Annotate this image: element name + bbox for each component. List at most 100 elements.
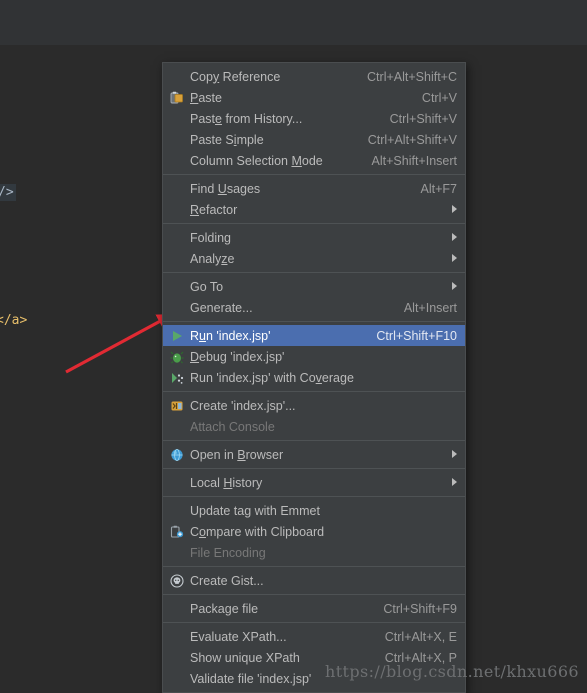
menu-item-label: Create Gist... bbox=[190, 573, 264, 588]
chevron-right-icon bbox=[447, 449, 457, 460]
no-icon bbox=[167, 202, 187, 218]
menu-item-copy-reference[interactable]: Copy Reference Ctrl+Alt+Shift+C bbox=[163, 66, 465, 87]
code-fragment-anchor-close: </a> bbox=[0, 313, 28, 328]
menu-group: Create 'index.jsp'... Attach Console bbox=[163, 395, 465, 437]
menu-item-label: Refactor bbox=[190, 202, 238, 217]
no-icon bbox=[167, 629, 187, 645]
no-icon bbox=[167, 181, 187, 197]
menu-item-run-index-jsp-with-coverage[interactable]: Run 'index.jsp' with Coverage bbox=[163, 367, 465, 388]
menu-separator bbox=[163, 223, 465, 224]
code-fragment-tag-close: /> bbox=[0, 184, 16, 201]
menu-item-package-file[interactable]: Package file Ctrl+Shift+F9 bbox=[163, 598, 465, 619]
coverage-icon bbox=[167, 370, 187, 386]
menu-separator bbox=[163, 440, 465, 441]
menu-separator bbox=[163, 468, 465, 469]
menu-item-create-index-jsp[interactable]: Create 'index.jsp'... bbox=[163, 395, 465, 416]
menu-item-label: Find Usages bbox=[190, 181, 261, 196]
paste-icon bbox=[167, 90, 187, 106]
menu-item-run-index-jsp[interactable]: Run 'index.jsp' Ctrl+Shift+F10 bbox=[163, 325, 465, 346]
menu-group: Local History bbox=[163, 472, 465, 493]
create-config-icon bbox=[167, 398, 187, 414]
chevron-right-icon bbox=[447, 232, 457, 243]
menu-group: Copy Reference Ctrl+Alt+Shift+C Paste Ctrl+… bbox=[163, 66, 465, 171]
menu-separator bbox=[163, 391, 465, 392]
debug-icon bbox=[167, 349, 187, 365]
menu-item-shortcut: Ctrl+V bbox=[421, 90, 457, 105]
compare-clipboard-icon bbox=[167, 524, 187, 540]
menu-item-compare-with-clipboard[interactable]: Compare with Clipboard bbox=[163, 521, 465, 542]
menu-item-create-gist[interactable]: Create Gist... bbox=[163, 570, 465, 591]
menu-item-update-tag-with-emmet[interactable]: Update tag with Emmet bbox=[163, 500, 465, 521]
no-icon bbox=[167, 230, 187, 246]
chevron-right-icon bbox=[447, 253, 457, 264]
menu-item-label: Generate... bbox=[190, 300, 253, 315]
no-icon bbox=[167, 503, 187, 519]
no-icon bbox=[167, 69, 187, 85]
menu-item-folding[interactable]: Folding bbox=[163, 227, 465, 248]
menu-item-validate-file-index-jsp[interactable]: Validate file 'index.jsp' bbox=[163, 668, 465, 689]
run-icon bbox=[167, 328, 187, 344]
menu-item-label: Run 'index.jsp' bbox=[190, 328, 271, 343]
menu-item-label: Go To bbox=[190, 279, 224, 294]
menu-item-file-encoding: File Encoding bbox=[163, 542, 465, 563]
no-icon bbox=[167, 419, 187, 435]
menu-item-column-selection-mode[interactable]: Column Selection Mode Alt+Shift+Insert bbox=[163, 150, 465, 171]
menu-item-debug-index-jsp[interactable]: Debug 'index.jsp' bbox=[163, 346, 465, 367]
menu-separator bbox=[163, 321, 465, 322]
menu-item-go-to[interactable]: Go To bbox=[163, 276, 465, 297]
menu-item-shortcut: Ctrl+Alt+Shift+C bbox=[367, 69, 457, 84]
no-icon bbox=[167, 300, 187, 316]
menu-separator bbox=[163, 496, 465, 497]
chevron-right-icon bbox=[447, 477, 457, 488]
menu-group: Open in Browser bbox=[163, 444, 465, 465]
no-icon bbox=[167, 671, 187, 687]
menu-item-show-unique-xpath[interactable]: Show unique XPath Ctrl+Alt+X, P bbox=[163, 647, 465, 668]
menu-item-label: Compare with Clipboard bbox=[190, 524, 325, 539]
no-icon bbox=[167, 475, 187, 491]
gist-icon bbox=[167, 573, 187, 589]
menu-item-local-history[interactable]: Local History bbox=[163, 472, 465, 493]
menu-item-find-usages[interactable]: Find Usages Alt+F7 bbox=[163, 178, 465, 199]
no-icon bbox=[167, 132, 187, 148]
menu-item-generate[interactable]: Generate... Alt+Insert bbox=[163, 297, 465, 318]
menu-item-label: Validate file 'index.jsp' bbox=[190, 671, 312, 686]
no-icon bbox=[167, 153, 187, 169]
editor-context-menu[interactable]: Copy Reference Ctrl+Alt+Shift+C Paste Ctrl+… bbox=[162, 62, 466, 693]
menu-item-label: Run 'index.jsp' with Coverage bbox=[190, 370, 354, 385]
globe-icon bbox=[167, 447, 187, 463]
menu-group: Folding Analyze bbox=[163, 227, 465, 269]
menu-item-shortcut: Ctrl+Shift+V bbox=[389, 111, 457, 126]
chevron-right-icon bbox=[447, 281, 457, 292]
menu-item-shortcut: Alt+F7 bbox=[420, 181, 457, 196]
menu-group: Go To Generate... Alt+Insert bbox=[163, 276, 465, 318]
menu-item-label: Package file bbox=[190, 601, 259, 616]
menu-item-label: File Encoding bbox=[190, 545, 266, 560]
menu-separator bbox=[163, 272, 465, 273]
menu-item-label: Paste from History... bbox=[190, 111, 303, 126]
editor-toolbar-band bbox=[0, 0, 587, 45]
menu-item-open-in-browser[interactable]: Open in Browser bbox=[163, 444, 465, 465]
menu-item-label: Open in Browser bbox=[190, 447, 284, 462]
menu-group: Find Usages Alt+F7 Refactor bbox=[163, 178, 465, 220]
menu-item-shortcut: Alt+Shift+Insert bbox=[371, 153, 457, 168]
menu-item-label: Debug 'index.jsp' bbox=[190, 349, 285, 364]
menu-item-label: Evaluate XPath... bbox=[190, 629, 287, 644]
menu-group: Create Gist... bbox=[163, 570, 465, 591]
menu-separator bbox=[163, 566, 465, 567]
menu-group: Run 'index.jsp' Ctrl+Shift+F10 Debug 'inde… bbox=[163, 325, 465, 388]
menu-item-paste[interactable]: Paste Ctrl+V bbox=[163, 87, 465, 108]
menu-item-label: Folding bbox=[190, 230, 231, 245]
menu-separator bbox=[163, 622, 465, 623]
menu-item-paste-simple[interactable]: Paste Simple Ctrl+Alt+Shift+V bbox=[163, 129, 465, 150]
menu-separator bbox=[163, 594, 465, 595]
menu-item-label: Copy Reference bbox=[190, 69, 281, 84]
menu-item-label: Attach Console bbox=[190, 419, 275, 434]
menu-item-refactor[interactable]: Refactor bbox=[163, 199, 465, 220]
menu-item-evaluate-xpath[interactable]: Evaluate XPath... Ctrl+Alt+X, E bbox=[163, 626, 465, 647]
menu-group: Evaluate XPath... Ctrl+Alt+X, E Show uniqu… bbox=[163, 626, 465, 689]
menu-item-label: Update tag with Emmet bbox=[190, 503, 320, 518]
menu-item-analyze[interactable]: Analyze bbox=[163, 248, 465, 269]
no-icon bbox=[167, 601, 187, 617]
menu-item-paste-from-history[interactable]: Paste from History... Ctrl+Shift+V bbox=[163, 108, 465, 129]
menu-item-shortcut: Ctrl+Shift+F10 bbox=[376, 328, 457, 343]
